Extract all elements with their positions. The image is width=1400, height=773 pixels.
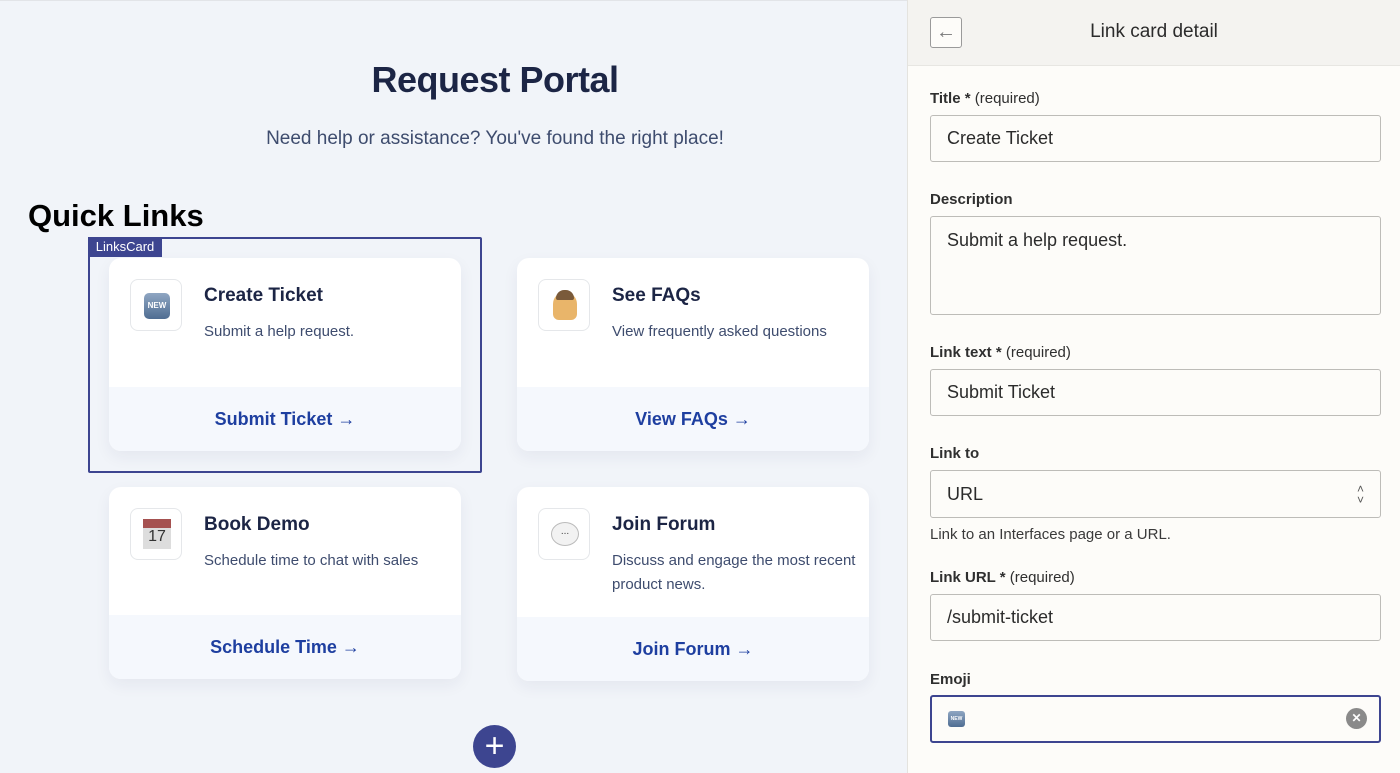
card-title: Join Forum: [612, 514, 716, 535]
chevron-up-down-icon: ˄ ˅: [1356, 482, 1364, 507]
panel-header: ← Link card detail: [908, 0, 1400, 66]
card-link[interactable]: Schedule Time →: [109, 615, 461, 679]
label-text: Link URL *: [930, 569, 1006, 586]
link-card-book-demo[interactable]: 17 Book Demo Schedule time to chat with …: [109, 487, 461, 679]
link-card-detail-panel: ← Link card detail Title * (required) Cr…: [907, 0, 1400, 773]
card-title: See FAQs: [612, 285, 701, 306]
speech-bubble-icon: ...: [551, 522, 579, 546]
emoji-input[interactable]: NEW ✕: [930, 695, 1381, 743]
card-description: View frequently asked questions: [612, 323, 827, 340]
required-hint: (required): [974, 90, 1040, 107]
required-hint: (required): [1005, 344, 1071, 361]
label-text: Title *: [930, 90, 971, 107]
link-url-label: Link URL * (required): [930, 569, 1075, 586]
link-text-label: Link text * (required): [930, 344, 1071, 361]
calendar-day: 17: [148, 528, 166, 545]
person-raising-hand-icon: [553, 290, 577, 320]
card-description: Schedule time to chat with sales: [204, 552, 419, 569]
clear-icon[interactable]: ✕: [1346, 708, 1367, 729]
title-input[interactable]: Create Ticket: [930, 115, 1381, 162]
required-hint: (required): [1009, 569, 1075, 586]
link-to-label: Link to: [930, 445, 980, 462]
link-to-help: Link to an Interfaces page or a URL.: [930, 526, 1171, 543]
label-text: Link text *: [930, 344, 1002, 361]
link-card-see-faqs[interactable]: See FAQs View frequently asked questions…: [517, 258, 869, 451]
new-icon: NEW: [948, 711, 965, 727]
selected-component-tag: LinksCard: [88, 237, 162, 257]
card-description: Discuss and engage the most recent produ…: [612, 552, 856, 593]
card-title: Book Demo: [204, 514, 310, 535]
card-link[interactable]: View FAQs →: [517, 387, 869, 451]
calendar-icon: 17: [143, 519, 171, 549]
link-text-input[interactable]: Submit Ticket: [930, 369, 1381, 416]
description-textarea[interactable]: Submit a help request.: [930, 216, 1381, 315]
panel-title: Link card detail: [1090, 21, 1218, 42]
emoji-box: ...: [538, 508, 590, 560]
emoji-box: [538, 279, 590, 331]
page-subtitle: Need help or assistance? You've found th…: [266, 128, 724, 149]
emoji-box: 17: [130, 508, 182, 560]
page-title: Request Portal: [371, 59, 619, 100]
title-label: Title * (required): [930, 90, 1040, 107]
description-label: Description: [930, 191, 1013, 208]
link-card-join-forum[interactable]: ... Join Forum Discuss and engage the mo…: [517, 487, 869, 681]
link-to-select[interactable]: URL ˄ ˅: [930, 470, 1381, 518]
portal-canvas: Request Portal Need help or assistance? …: [0, 0, 907, 773]
link-to-value: URL: [947, 484, 984, 504]
emoji-label: Emoji: [930, 671, 971, 688]
section-title: Quick Links: [28, 198, 204, 233]
card-link[interactable]: Join Forum →: [517, 617, 869, 681]
add-block-button[interactable]: +: [473, 725, 516, 768]
selected-component-outline: [88, 237, 482, 473]
link-url-input[interactable]: /submit-ticket: [930, 594, 1381, 641]
